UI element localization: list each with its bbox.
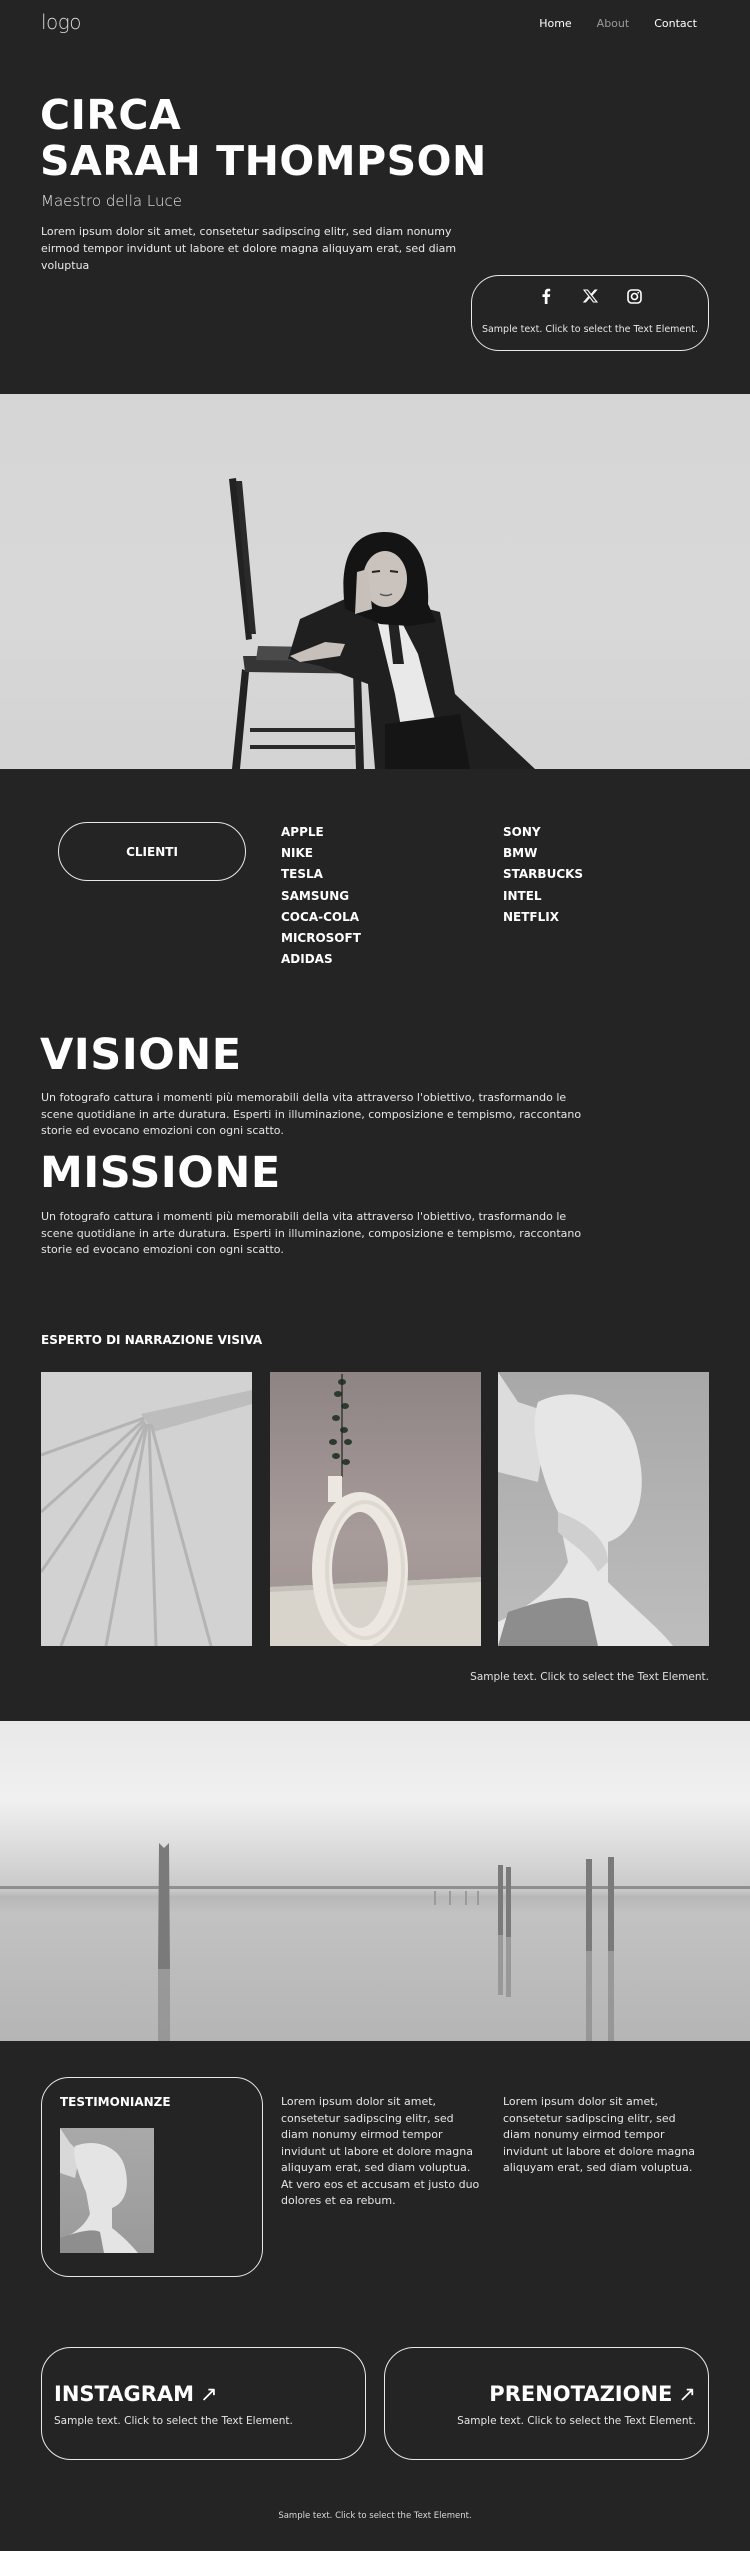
main-nav: Home About Contact	[539, 17, 697, 30]
client-list-column-2: SONY BMW STARBUCKS INTEL NETFLIX	[503, 822, 583, 928]
gallery-image-vase-illustration	[270, 1374, 481, 1646]
testimonial-text-1: Lorem ipsum dolor sit amet, consetetur s…	[281, 2095, 480, 2207]
client-item: INTEL	[503, 888, 542, 903]
client-item: BMW	[503, 846, 538, 861]
clients-button[interactable]: CLIENTI	[58, 822, 246, 881]
client-item: ADIDAS	[281, 952, 333, 967]
social-text[interactable]: Sample text. Click to select the Text El…	[472, 324, 708, 335]
logo[interactable]: logo	[41, 10, 82, 34]
vision-body: Un fotografo cattura i momenti più memor…	[41, 1091, 582, 1137]
facebook-icon[interactable]	[538, 288, 554, 304]
testimonial-text-2: Lorem ipsum dolor sit amet, consetetur s…	[503, 2095, 695, 2174]
gallery-image-portrait[interactable]	[498, 1372, 709, 1646]
client-item: SONY	[503, 825, 541, 839]
testimonial-image	[60, 2128, 154, 2253]
instagram-card[interactable]: INSTAGRAM ↗ Sample text. Click to select…	[41, 2347, 366, 2460]
nav-contact[interactable]: Contact	[654, 17, 697, 30]
hero-subtitle: Maestro della Luce	[41, 192, 182, 210]
instagram-title[interactable]: INSTAGRAM ↗	[54, 2382, 218, 2406]
hero-title: CIRCA SARAH THOMPSON	[40, 92, 487, 184]
gallery-image-vase[interactable]	[270, 1372, 481, 1646]
nav-about[interactable]: About	[597, 17, 630, 30]
gallery-title: ESPERTO DI NARRAZIONE VISIVA	[41, 1333, 263, 1347]
gallery-caption[interactable]: Sample text. Click to select the Text El…	[470, 1671, 709, 1683]
client-item: COCA-COLA	[281, 909, 360, 924]
vision-title: VISIONE	[40, 1030, 242, 1080]
client-item: STARBUCKS	[503, 867, 584, 882]
instagram-text[interactable]: Sample text. Click to select the Text El…	[54, 2415, 293, 2427]
booking-title[interactable]: PRENOTAZIONE ↗	[489, 2382, 696, 2406]
booking-card[interactable]: PRENOTAZIONE ↗ Sample text. Click to sel…	[384, 2347, 709, 2460]
booking-text[interactable]: Sample text. Click to select the Text El…	[457, 2415, 696, 2427]
instagram-title-text: INSTAGRAM	[54, 2382, 195, 2406]
hero-photo-illustration	[229, 478, 535, 769]
hero-photo	[0, 394, 750, 769]
booking-title-text: PRENOTAZIONE	[489, 2382, 673, 2406]
footer-text[interactable]: Sample text. Click to select the Text El…	[0, 2511, 750, 2521]
arrow-up-right-icon: ↗	[200, 2382, 218, 2406]
client-item: NIKE	[281, 846, 314, 861]
seascape-photo	[0, 1721, 750, 2041]
gallery-image-architecture-illustration	[41, 1390, 252, 1646]
testimonials-title: TESTIMONIANZE	[60, 2095, 171, 2109]
social-box: Sample text. Click to select the Text El…	[471, 275, 709, 351]
client-item: MICROSOFT	[281, 931, 361, 946]
client-item: NETFLIX	[503, 909, 559, 924]
hero-body: Lorem ipsum dolor sit amet, consetetur s…	[41, 225, 457, 272]
instagram-icon[interactable]	[626, 288, 642, 304]
social-icons	[472, 288, 708, 304]
client-item: TESLA	[281, 867, 323, 882]
x-icon[interactable]	[582, 288, 598, 304]
gallery-image-portrait-illustration	[498, 1372, 673, 1646]
seascape-photo-illustration	[0, 1843, 750, 2041]
client-list-column-1: APPLE NIKE TESLA SAMSUNG COCA-COLA MICRO…	[281, 822, 361, 970]
gallery-image-architecture[interactable]	[41, 1372, 252, 1646]
arrow-up-right-icon: ↗	[678, 2382, 696, 2406]
testimonial-image-illustration	[60, 2128, 138, 2253]
nav-home[interactable]: Home	[539, 17, 571, 30]
hero-title-line1: CIRCA	[40, 91, 182, 139]
client-item: SAMSUNG	[281, 888, 350, 903]
mission-title: MISSIONE	[40, 1148, 281, 1198]
client-item: APPLE	[281, 825, 324, 839]
hero-title-line2: SARAH THOMPSON	[40, 137, 487, 185]
testimonials-card: TESTIMONIANZE	[41, 2077, 263, 2277]
mission-body: Un fotografo cattura i momenti più memor…	[41, 1210, 582, 1256]
